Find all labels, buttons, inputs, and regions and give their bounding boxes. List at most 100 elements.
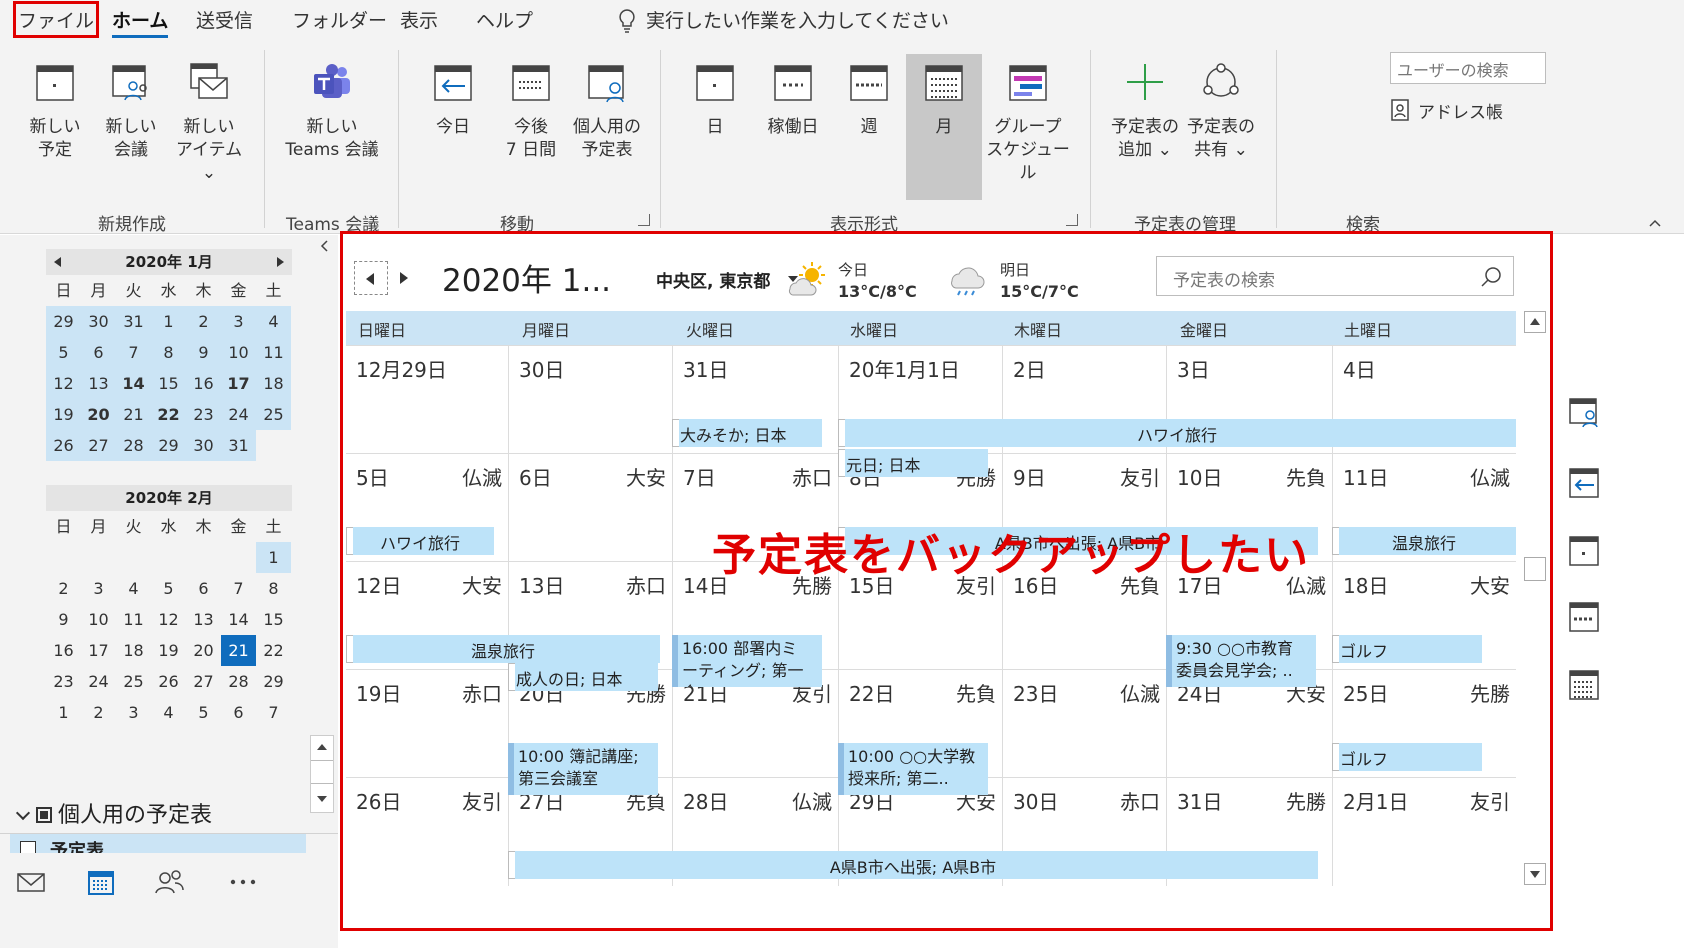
date-cell[interactable]: 9 (46, 604, 81, 635)
date-cell[interactable]: 20 (81, 399, 116, 430)
scroll-up-button[interactable] (1524, 311, 1546, 333)
date-cell[interactable]: 27 (186, 666, 221, 697)
date-cell[interactable]: 31 (116, 306, 151, 337)
date-cell[interactable]: 29 (256, 666, 291, 697)
date-cell[interactable]: 1 (256, 542, 291, 573)
date-cell[interactable]: 14 (116, 368, 151, 399)
date-cell[interactable]: 17 (81, 635, 116, 666)
date-cell[interactable]: 12 (151, 604, 186, 635)
date-cell[interactable]: 24 (221, 399, 256, 430)
date-cell[interactable]: 5 (46, 337, 81, 368)
scroll-down-button[interactable] (1524, 863, 1546, 885)
weather-location[interactable]: 中央区, 東京都 (656, 267, 770, 292)
collapse-ribbon-icon[interactable] (1648, 216, 1662, 230)
calendar-search-input[interactable]: 予定表の検索 (1156, 256, 1514, 296)
week-view-icon[interactable] (1566, 599, 1602, 635)
event-board-of-education-visit[interactable]: 9:30 ○○市教育委員会見学会; .. (1166, 635, 1316, 687)
share-calendar-button[interactable]: 予定表の 共有 ⌄ (1180, 60, 1262, 162)
date-cell[interactable]: 11 (116, 604, 151, 635)
collapse-pane-icon[interactable] (318, 239, 332, 253)
date-cell[interactable]: 12 (46, 368, 81, 399)
new-meeting-button[interactable]: 新しい 会議 (90, 60, 172, 162)
add-calendar-button[interactable]: 予定表の 追加 ⌄ (1104, 60, 1186, 162)
view-week-button[interactable]: 週 (828, 60, 910, 139)
date-cell[interactable]: 24 (81, 666, 116, 697)
view-month-button[interactable]: 月 (906, 54, 982, 200)
date-cell[interactable]: 6 (81, 337, 116, 368)
weather-today[interactable]: 今日 13°C/8°C (838, 259, 917, 303)
date-cell[interactable]: 2 (186, 306, 221, 337)
date-cell[interactable]: 15 (256, 604, 291, 635)
date-cell[interactable]: 31 (221, 430, 256, 461)
date-cell[interactable]: 13 (186, 604, 221, 635)
new-appointment-button[interactable]: 新しい 予定 (14, 60, 96, 162)
date-cell[interactable]: 28 (221, 666, 256, 697)
calendar-group-my-calendars[interactable]: 個人用の予定表 (14, 797, 212, 829)
date-cell[interactable]: 23 (186, 399, 221, 430)
scroll-down-icon[interactable] (315, 792, 329, 806)
next-7-days-button[interactable]: 今後 7 日間 (490, 60, 572, 162)
month-view-icon[interactable] (1566, 667, 1602, 703)
people-icon[interactable] (152, 865, 186, 899)
search-people-input[interactable]: ユーザーの検索 (1390, 52, 1546, 84)
date-cell[interactable]: 29 (46, 306, 81, 337)
date-cell[interactable]: 5 (186, 697, 221, 728)
my-calendar-button[interactable]: 個人用の 予定表 (566, 60, 648, 162)
date-cell[interactable]: 1 (151, 306, 186, 337)
date-cell[interactable]: 30 (186, 430, 221, 461)
scroll-thumb[interactable] (311, 760, 333, 784)
date-cell[interactable]: 26 (151, 666, 186, 697)
date-cell[interactable]: 22 (256, 635, 291, 666)
date-cell[interactable]: 16 (46, 635, 81, 666)
date-cell[interactable]: 4 (116, 573, 151, 604)
tab-help[interactable]: ヘルプ (476, 6, 533, 33)
event-hawaii-trip[interactable]: ハワイ旅行 (346, 527, 494, 555)
date-cell[interactable]: 19 (46, 399, 81, 430)
tab-view[interactable]: 表示 (400, 6, 438, 33)
event-bookkeeping-course[interactable]: 10:00 簿記講座; 第三会議室 (508, 743, 658, 795)
calendar-scrollbar[interactable] (1524, 311, 1548, 893)
tab-file[interactable]: ファイル (12, 1, 100, 38)
date-cell[interactable]: 10 (81, 604, 116, 635)
date-cell[interactable]: 2 (46, 573, 81, 604)
tab-folder[interactable]: フォルダー (292, 6, 387, 33)
goto-dialog-launcher-icon[interactable] (638, 214, 650, 226)
scroll-up-icon[interactable] (315, 740, 329, 754)
date-cell[interactable]: 16 (186, 368, 221, 399)
date-cell[interactable]: 22 (151, 399, 186, 430)
previous-period-button[interactable] (354, 261, 388, 295)
date-cell[interactable]: 13 (81, 368, 116, 399)
event-golf[interactable]: ゴルフ (1332, 743, 1482, 771)
date-cell[interactable]: 5 (151, 573, 186, 604)
date-cell[interactable]: 17 (221, 368, 256, 399)
day-cell[interactable]: 23日 仏滅 (1002, 670, 1166, 778)
address-book-button[interactable]: アドレス帳 (1418, 98, 1503, 123)
event-golf[interactable]: ゴルフ (1332, 635, 1482, 663)
day-cell[interactable]: 19日 赤口 (346, 670, 508, 778)
group-schedule-button[interactable]: グループ スケジュール (986, 60, 1070, 185)
event-new-years-day[interactable]: 元日; 日本 (838, 449, 988, 477)
date-cell[interactable]: 25 (256, 399, 291, 430)
day-cell[interactable]: 12月29日 (346, 346, 508, 454)
scroll-thumb[interactable] (1524, 557, 1546, 581)
more-icon[interactable] (226, 865, 260, 899)
calendar-icon[interactable] (84, 865, 118, 899)
date-cell[interactable]: 3 (81, 573, 116, 604)
date-cell[interactable]: 30 (81, 306, 116, 337)
date-cell[interactable]: 4 (256, 306, 291, 337)
previous-month-icon[interactable] (54, 257, 61, 267)
next-period-icon[interactable] (400, 272, 408, 284)
day-view-icon[interactable] (1566, 533, 1602, 569)
date-cell[interactable]: 8 (256, 573, 291, 604)
date-cell[interactable]: 26 (46, 430, 81, 461)
date-cell[interactable]: 25 (116, 666, 151, 697)
event-hot-spring-trip[interactable]: 温泉旅行 (346, 635, 660, 663)
new-items-button[interactable]: 新しい アイテム ⌄ (168, 60, 250, 185)
date-cell[interactable]: 20 (186, 635, 221, 666)
new-teams-meeting-button[interactable]: 新しい Teams 会議 (280, 60, 384, 162)
date-cell[interactable]: 7 (256, 697, 291, 728)
date-cell[interactable]: 15 (151, 368, 186, 399)
date-cell[interactable]: 14 (221, 604, 256, 635)
mail-icon[interactable] (14, 865, 48, 899)
date-cell[interactable]: 18 (256, 368, 291, 399)
